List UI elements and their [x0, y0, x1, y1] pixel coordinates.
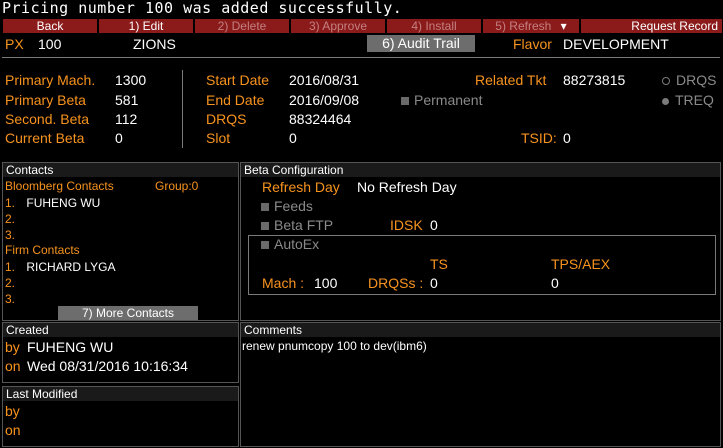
edit-button[interactable]: 1) Edit	[99, 19, 193, 33]
related-tkt-value: 88273815	[563, 72, 626, 88]
radio-treq[interactable]: TREQ	[662, 92, 714, 108]
radio-filled-icon	[662, 97, 669, 105]
permanent-label: Permanent	[414, 92, 483, 108]
firm-contact-3[interactable]: 3.	[5, 292, 15, 306]
refresh-day-label: Refresh Day	[262, 179, 340, 195]
idsk-value: 0	[430, 217, 438, 233]
last-modified-title: Last Modified	[3, 387, 238, 401]
radio-drqs-label: DRQS	[676, 72, 717, 88]
slot-value: 0	[289, 130, 297, 146]
comments-title: Comments	[241, 323, 720, 337]
checkbox-icon	[401, 97, 409, 106]
flavor-value: DEVELOPMENT	[563, 36, 669, 52]
ts-header: TS	[430, 256, 448, 272]
created-title: Created	[3, 323, 238, 337]
radio-treq-label: TREQ	[675, 92, 714, 108]
related-tkt-label: Related Tkt	[475, 72, 547, 88]
firm-contact-1[interactable]: 1. RICHARD LYGA	[5, 260, 116, 274]
mach-value: 100	[314, 275, 338, 291]
idsk-label: IDSK	[390, 217, 423, 233]
request-record-button[interactable]: Request Record	[581, 19, 722, 33]
chevron-down-icon: ▾	[560, 19, 567, 33]
feeds-checkbox[interactable]: Feeds	[261, 198, 313, 214]
status-message: Pricing number 100 was added successfull…	[2, 0, 403, 17]
details-divider	[182, 70, 183, 148]
mach-label: Mach :	[262, 275, 305, 291]
px-value: 100	[38, 36, 62, 52]
header-divider	[2, 57, 720, 58]
delete-button[interactable]: 2) Delete	[195, 19, 289, 33]
primary-mach-label: Primary Mach.	[5, 72, 96, 88]
primary-beta-label: Primary Beta	[5, 92, 86, 108]
comments-text[interactable]: renew pnumcopy 100 to dev(ibm6)	[242, 339, 427, 353]
drqss-value: 0	[430, 275, 438, 291]
start-date-label: Start Date	[206, 72, 270, 88]
beta-config-title: Beta Configuration	[241, 163, 720, 177]
created-on-label: on	[5, 358, 21, 374]
end-date-label: End Date	[206, 92, 265, 108]
beta-ftp-label: Beta FTP	[274, 217, 334, 233]
end-date-value: 2016/09/08	[289, 92, 360, 108]
created-by-label: by	[5, 339, 20, 355]
autoex-label: AutoEx	[274, 236, 320, 252]
checkbox-icon	[261, 203, 269, 212]
bloomberg-contact-3[interactable]: 3.	[5, 228, 15, 242]
checkbox-icon	[261, 222, 269, 231]
install-button[interactable]: 4) Install	[387, 19, 481, 33]
drqss-label: DRQSs :	[368, 275, 424, 291]
refresh-button[interactable]: 5) Refresh ▾	[483, 19, 579, 33]
tps-header: TPS/AEX	[551, 256, 611, 272]
px-label: PX	[5, 36, 24, 52]
slot-label: Slot	[206, 130, 231, 146]
bloomberg-contacts-label: Bloomberg Contacts	[5, 179, 114, 193]
tps-value: 0	[551, 275, 559, 291]
radio-empty-icon	[662, 77, 670, 86]
primary-beta-value: 581	[115, 92, 139, 108]
created-by-value: FUHENG WU	[27, 339, 114, 355]
audit-trail-button[interactable]: 6) Audit Trail	[367, 35, 475, 52]
autoex-checkbox[interactable]: AutoEx	[261, 236, 319, 252]
created-on-value: Wed 08/31/2016 10:16:34	[27, 358, 188, 374]
refresh-day-value[interactable]: No Refresh Day	[357, 179, 457, 195]
drqs-label: DRQS	[206, 111, 247, 127]
group-label: Group:0	[155, 179, 199, 193]
beta-ftp-checkbox[interactable]: Beta FTP	[261, 217, 333, 233]
current-beta-value: 0	[115, 130, 123, 146]
tsid-label: TSID:	[521, 130, 557, 146]
tsid-value: 0	[563, 130, 571, 146]
firm-contact-2[interactable]: 2.	[5, 276, 15, 290]
bloomberg-contact-1[interactable]: 1. FUHENG WU	[5, 196, 100, 210]
last-modified-on-label: on	[5, 422, 21, 438]
second-beta-value: 112	[115, 111, 138, 127]
checkbox-icon	[261, 241, 269, 250]
approve-button[interactable]: 3) Approve	[291, 19, 385, 33]
px-name: ZIONS	[133, 36, 176, 52]
last-modified-by-label: by	[5, 403, 20, 419]
second-beta-label: Second. Beta	[5, 111, 90, 127]
feeds-label: Feeds	[274, 198, 313, 214]
radio-drqs[interactable]: DRQS	[662, 72, 716, 88]
primary-mach-value: 1300	[115, 72, 147, 88]
more-contacts-button[interactable]: 7) More Contacts	[58, 306, 198, 320]
start-date-value: 2016/08/31	[289, 72, 360, 88]
flavor-label: Flavor	[513, 36, 552, 52]
current-beta-label: Current Beta	[5, 130, 85, 146]
bloomberg-contact-2[interactable]: 2.	[5, 212, 15, 226]
drqs-value: 88324464	[289, 111, 352, 127]
refresh-label: 5) Refresh	[495, 19, 552, 33]
firm-contacts-label: Firm Contacts	[5, 243, 80, 257]
back-button[interactable]: Back	[3, 19, 97, 33]
contacts-title: Contacts	[3, 163, 238, 177]
permanent-checkbox[interactable]: Permanent	[401, 92, 482, 108]
